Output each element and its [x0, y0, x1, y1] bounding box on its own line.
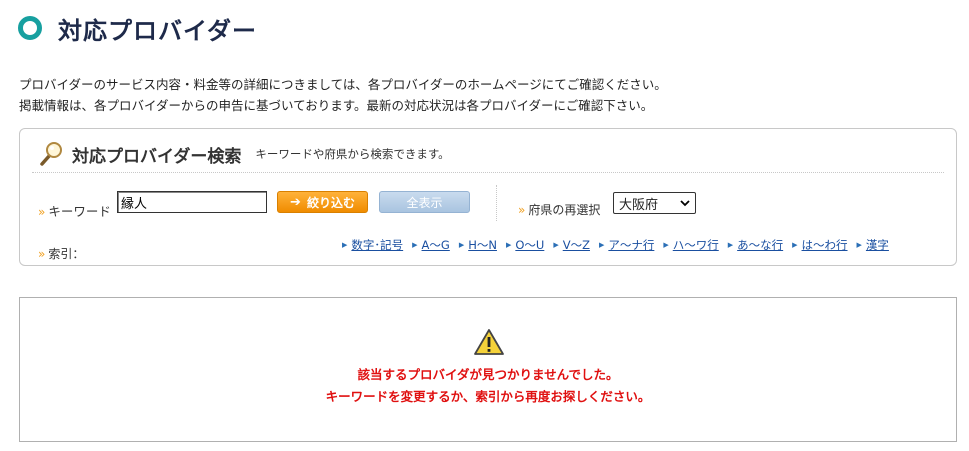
index-link[interactable]: ▶ は～わ行 — [792, 237, 847, 253]
double-chevron-icon: » — [518, 203, 526, 217]
triangle-right-icon: ▶ — [598, 241, 605, 249]
search-panel-header: 対応プロバイダー検索 キーワードや府県から検索できます。 — [38, 141, 450, 167]
index-link[interactable]: ▶ A～G — [412, 237, 450, 253]
arrow-right-icon: ➔ — [290, 194, 301, 210]
index-label: » 索引： — [38, 247, 85, 261]
triangle-right-icon: ▶ — [856, 241, 862, 249]
page-title: 対応プロバイダー — [58, 16, 258, 45]
index-link-label[interactable]: あ～な行 — [737, 237, 783, 253]
intro-line-1: プロバイダーのサービス内容・料金等の詳細につきましては、各プロバイダーのホームペ… — [19, 77, 667, 92]
index-link[interactable]: ▶ あ～な行 — [728, 237, 783, 253]
keyword-label: » キーワード — [38, 204, 111, 219]
index-link[interactable]: ▶ 数字･記号 — [342, 237, 403, 253]
divider — [32, 172, 944, 173]
index-link-label[interactable]: 数字･記号 — [351, 237, 403, 253]
triangle-right-icon: ▶ — [792, 241, 798, 249]
triangle-right-icon: ▶ — [458, 241, 465, 249]
index-links: ▶ 数字･記号 ▶ A～G ▶ H～N ▶ O～U ▶ V～Z ▶ ア～ナ行 ▶ ハ～ワ行 ▶ あ～な行 ▶ は～… — [342, 237, 898, 253]
index-link-label[interactable]: は～わ行 — [802, 237, 848, 253]
index-link[interactable]: ▶ ア～ナ行 — [599, 237, 654, 253]
vertical-divider — [496, 185, 497, 221]
filter-button[interactable]: ➔ 絞り込む — [277, 191, 368, 213]
search-panel-title: 対応プロバイダー検索 — [72, 146, 242, 167]
intro-line-2: 掲載情報は、各プロバイダーからの申告に基づいております。最新の対応状況は各プロバ… — [19, 98, 654, 113]
triangle-right-icon: ▶ — [727, 241, 734, 249]
index-link-label[interactable]: O～U — [515, 237, 544, 253]
index-link-label[interactable]: H～N — [468, 237, 497, 253]
magnifier-icon — [40, 142, 62, 166]
index-link-label[interactable]: ア～ナ行 — [608, 237, 654, 253]
keyword-input[interactable] — [117, 191, 267, 213]
double-chevron-icon: » — [38, 205, 46, 219]
search-panel: 対応プロバイダー検索 キーワードや府県から検索できます。 »キーワード ➔ 絞り… — [19, 128, 957, 266]
index-link[interactable]: ▶ V～Z — [553, 237, 590, 253]
chevron-down-icon — [680, 199, 690, 206]
no-results-hint: キーワードを変更するか、索引から再度お探しください。 — [325, 389, 651, 404]
index-link-label[interactable]: ハ～ワ行 — [673, 237, 719, 253]
prefecture-selected-value: 大阪府 — [619, 197, 659, 213]
warning-icon — [474, 329, 504, 355]
prefecture-label: » 府県の再選択 — [518, 203, 601, 217]
double-chevron-icon: » — [38, 247, 46, 261]
intro-text: プロバイダーのサービス内容・料金等の詳細につきましては、各プロバイダーのホームペ… — [19, 74, 667, 116]
show-all-button[interactable]: 全表示 — [379, 191, 470, 213]
index-link-label[interactable]: V～Z — [563, 237, 590, 253]
triangle-right-icon: ▶ — [663, 241, 669, 249]
index-link[interactable]: ▶ ハ～ワ行 — [663, 237, 718, 253]
prefecture-select[interactable]: 大阪府 — [613, 192, 696, 214]
no-results-message: 該当するプロバイダが見つかりませんでした。 — [357, 367, 619, 382]
index-link[interactable]: ▶ H～N — [459, 237, 497, 253]
show-all-button-label: 全表示 — [406, 195, 443, 210]
index-link[interactable]: ▶ O～U — [506, 237, 544, 253]
page-header: 対応プロバイダー — [18, 6, 257, 50]
triangle-right-icon: ▶ — [342, 241, 348, 249]
triangle-right-icon: ▶ — [412, 241, 418, 249]
search-panel-subtitle: キーワードや府県から検索できます。 — [255, 147, 450, 161]
filter-button-label: 絞り込む — [306, 195, 355, 210]
triangle-right-icon: ▶ — [553, 241, 559, 249]
circle-bullet-icon — [18, 16, 42, 40]
index-link-label[interactable]: 漢字 — [866, 237, 889, 253]
index-link[interactable]: ▶ 漢字 — [857, 237, 889, 253]
index-link-label[interactable]: A～G — [422, 237, 450, 253]
result-panel: 該当するプロバイダが見つかりませんでした。 キーワードを変更するか、索引から再度… — [19, 297, 957, 442]
triangle-right-icon: ▶ — [505, 241, 512, 249]
